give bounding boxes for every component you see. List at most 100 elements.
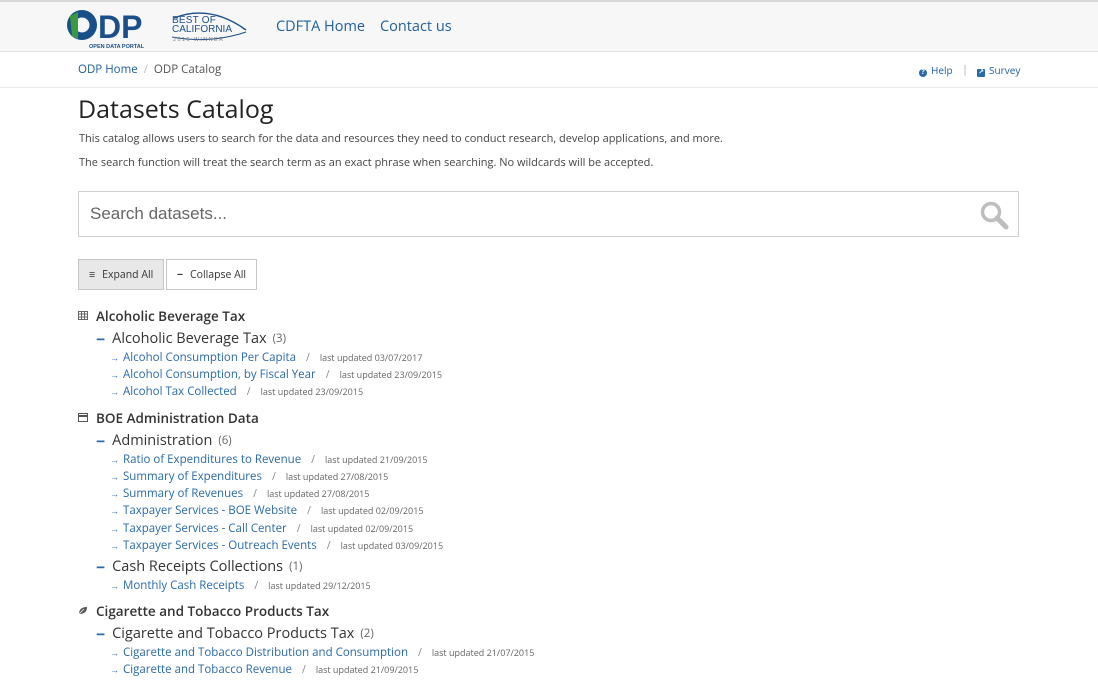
award-line3: 2016 WINNER [173, 37, 225, 43]
arrow-right-icon: → [110, 579, 119, 592]
category-header[interactable]: Cigarette and Tobacco Products Tax [78, 602, 329, 620]
svg-text:DP: DP [98, 9, 142, 45]
breadcrumb-home-link[interactable]: ODP Home [78, 62, 138, 77]
dataset-item: → Taxpayer Services - BOE Website / last up… [110, 503, 424, 518]
dataset-item: → Taxpayer Services - Call Center / last up… [110, 521, 414, 536]
group-count: (2) [360, 626, 374, 641]
navbar: DP OPEN DATA PORTAL BEST OF CALIFORNIA 2… [0, 2, 1098, 52]
dataset-item: → Alcohol Consumption Per Capita / last upd… [110, 350, 423, 365]
dataset-link[interactable]: Cigarette and Tobacco Revenue [123, 662, 292, 677]
collapse-icon[interactable]: − [96, 626, 105, 642]
expand-all-button[interactable]: ≡ Expand All [78, 259, 165, 290]
group-name: Administration [112, 431, 213, 450]
help-label: Help [931, 63, 953, 77]
group-count: (1) [289, 559, 303, 574]
dataset-link[interactable]: Alcohol Consumption Per Capita [123, 350, 296, 365]
breadcrumb: ODP Home / ODP Catalog [78, 62, 221, 77]
arrow-right-icon: → [110, 470, 119, 483]
collapse-icon[interactable]: − [96, 433, 105, 449]
last-updated: last updated 23/09/2015 [260, 385, 364, 398]
last-updated: last updated 03/09/2015 [340, 539, 444, 552]
last-updated: last updated 02/09/2015 [310, 522, 414, 535]
dataset-item: → Taxpayer Services - Outreach Events / las… [110, 538, 444, 553]
breadcrumb-current: ODP Catalog [153, 62, 222, 77]
intro-text-1: This catalog allows users to search for … [79, 131, 723, 146]
collapse-all-button[interactable]: − Collapse All [166, 259, 258, 290]
dataset-link[interactable]: Ratio of Expenditures to Revenue [123, 452, 301, 467]
arrow-right-icon: → [110, 368, 119, 381]
minus-icon: − [177, 267, 184, 282]
last-updated: last updated 21/07/2015 [431, 646, 535, 659]
expand-all-label: Expand All [102, 267, 154, 282]
group-name: Cash Receipts Collections [112, 557, 284, 576]
category-name: Cigarette and Tobacco Products Tax [96, 602, 330, 620]
last-updated: last updated 23/09/2015 [339, 368, 443, 381]
dataset-item: → Cigarette and Tobacco Revenue / last upda… [110, 662, 419, 677]
group-count: (6) [218, 433, 232, 448]
arrow-right-icon: → [110, 385, 119, 398]
last-updated: last updated 29/12/2015 [268, 579, 371, 592]
last-updated: last updated 27/08/2015 [266, 487, 370, 500]
collapse-icon[interactable]: − [96, 559, 105, 575]
group-name: Cigarette and Tobacco Products Tax [112, 624, 355, 643]
nav-contact-link[interactable]: Contact us [380, 17, 452, 36]
survey-link[interactable]: ↗ Survey [977, 63, 1020, 77]
group-header[interactable]: − Cigarette and Tobacco Products Tax (2) [96, 624, 374, 643]
category-name: BOE Administration Data [96, 409, 259, 427]
collapse-all-label: Collapse All [190, 267, 247, 282]
search-icon[interactable] [979, 200, 1009, 230]
dataset-link[interactable]: Monthly Cash Receipts [123, 578, 244, 593]
group-header[interactable]: − Cash Receipts Collections (1) [96, 557, 302, 576]
last-updated: last updated 27/08/2015 [285, 470, 389, 483]
dataset-link[interactable]: Summary of Revenues [123, 486, 243, 501]
list-icon: ≡ [89, 267, 96, 282]
help-link[interactable]: ? Help [919, 63, 953, 77]
last-updated: last updated 21/09/2015 [315, 663, 419, 676]
arrow-right-icon: → [110, 646, 119, 659]
group-name: Alcoholic Beverage Tax [112, 329, 267, 348]
search-input[interactable] [79, 192, 959, 236]
nav-home-link[interactable]: CDFTA Home [276, 17, 365, 36]
arrow-right-icon: → [110, 663, 119, 676]
category-header[interactable]: BOE Administration Data [78, 409, 259, 427]
dataset-link[interactable]: Summary of Expenditures [123, 469, 262, 484]
collapse-icon[interactable]: − [96, 331, 105, 347]
dataset-link[interactable]: Taxpayer Services - Outreach Events [123, 538, 317, 553]
dataset-link[interactable]: Taxpayer Services - Call Center [123, 521, 287, 536]
arrow-right-icon: → [110, 351, 119, 364]
dataset-item: → Ratio of Expenditures to Revenue / last u… [110, 452, 428, 467]
arrow-right-icon: → [110, 487, 119, 500]
dataset-item: → Alcohol Tax Collected / last updated 23/0… [110, 384, 364, 399]
arrow-right-icon: → [110, 504, 119, 517]
dataset-item: → Summary of Revenues / last updated 27/08/… [110, 486, 370, 501]
breadcrumb-bar: ODP Home / ODP Catalog ? Help | ↗ Survey [0, 52, 1098, 88]
table-icon [78, 309, 88, 323]
utility-divider: | [962, 62, 969, 77]
arrow-right-icon: → [110, 522, 119, 535]
dataset-item: → Cigarette and Tobacco Distribution and … [110, 645, 535, 660]
survey-label: Survey [989, 63, 1021, 77]
dataset-link[interactable]: Alcohol Tax Collected [123, 384, 237, 399]
dataset-item: → Summary of Expenditures / last updated 27… [110, 469, 389, 484]
dataset-link[interactable]: Alcohol Consumption, by Fiscal Year [123, 367, 316, 382]
intro-text-2: The search function will treat the searc… [79, 155, 654, 170]
survey-icon: ↗ [977, 68, 985, 77]
arrow-right-icon: → [110, 453, 119, 466]
last-updated: last updated 03/07/2017 [319, 351, 423, 364]
leaf-icon [78, 604, 88, 618]
dataset-item: → Alcohol Consumption, by Fiscal Year / las… [110, 367, 443, 382]
svg-text:OPEN DATA PORTAL: OPEN DATA PORTAL [89, 44, 145, 50]
dataset-link[interactable]: Cigarette and Tobacco Distribution and C… [123, 645, 408, 660]
category-name: Alcoholic Beverage Tax [96, 307, 246, 325]
arrow-right-icon: → [110, 539, 119, 552]
group-count: (3) [272, 331, 286, 346]
award-badge: BEST OF CALIFORNIA 2016 WINNER [170, 10, 250, 46]
group-header[interactable]: − Alcoholic Beverage Tax (3) [96, 329, 286, 348]
group-header[interactable]: − Administration (6) [96, 431, 232, 450]
last-updated: last updated 02/09/2015 [320, 504, 424, 517]
search-box [78, 191, 1019, 237]
dataset-link[interactable]: Taxpayer Services - BOE Website [123, 503, 297, 518]
category-header[interactable]: Alcoholic Beverage Tax [78, 307, 245, 325]
page-title: Datasets Catalog [78, 92, 274, 126]
odp-logo-icon[interactable]: DP OPEN DATA PORTAL [66, 6, 162, 50]
